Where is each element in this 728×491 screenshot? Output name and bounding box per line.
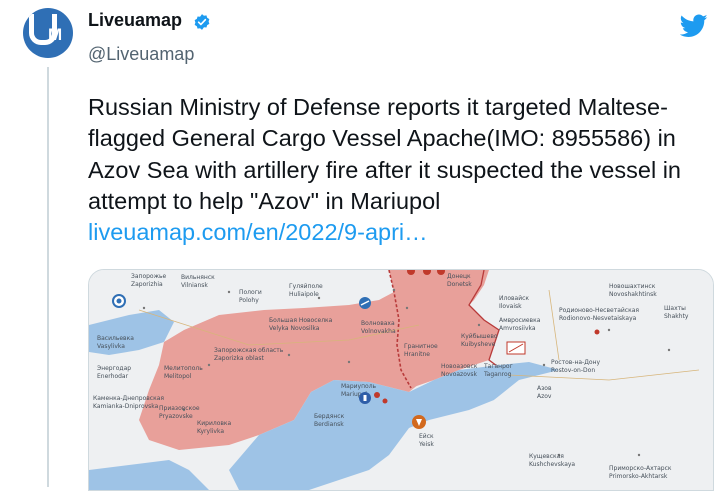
map-label: Vilniansk [181, 282, 208, 289]
tweet-link[interactable]: liveuamap.com/en/2022/9-apri… [88, 219, 428, 245]
map-label: Энергодар [97, 365, 131, 372]
map-label: Kyrylivka [197, 428, 224, 435]
author-handle[interactable]: @Liveuamap [88, 44, 194, 65]
attack-marker-icon[interactable] [506, 341, 526, 355]
map-label: Kuibysheve [461, 341, 496, 348]
tweet-text: Russian Ministry of Defense reports it t… [88, 94, 681, 214]
map-label: Новоазовск [441, 363, 478, 370]
map-label: Vasylivka [97, 343, 125, 350]
map-label: Новошахтинск [609, 283, 656, 290]
map-label: Yeisk [418, 441, 434, 448]
map-label: Novoshakhtinsk [609, 291, 657, 298]
map-label: Приазовское [159, 405, 200, 412]
location-pin-icon[interactable] [112, 294, 126, 308]
map-label: Васильевка [97, 335, 134, 342]
map-image: Запорожье Zaporizhia Вильнянск Vilniansk… [89, 270, 713, 490]
verified-badge-icon [194, 14, 210, 30]
map-label: Enerhodar [97, 373, 129, 380]
map-label: Каменка-Днепровская [93, 395, 164, 402]
map-label: Гуляйполе [289, 283, 323, 290]
map-label: Шахты [664, 305, 686, 312]
map-label: Кириловка [197, 420, 232, 427]
map-label: Novoazovsk [441, 371, 478, 378]
map-label: Huliaipole [289, 291, 319, 298]
map-label: Бердянск [314, 413, 345, 420]
map-label: Кущевская [529, 453, 564, 460]
map-label: Волноваха [361, 320, 395, 327]
map-label: Zaporizhia [131, 281, 163, 288]
frontline-markers-icon[interactable] [407, 270, 445, 275]
tweet-body: Russian Ministry of Defense reports it t… [88, 92, 708, 248]
map-label: Вильнянск [181, 274, 215, 281]
map-label: Velyka Novosilka [269, 325, 320, 332]
map-label: Pryazovske [159, 413, 193, 420]
strike-marker-icon[interactable] [594, 329, 600, 335]
map-label: Большая Новоселка [269, 317, 333, 324]
map-label: Приморско-Ахтарск [609, 465, 672, 472]
map-label: Амвросиевка [499, 317, 541, 324]
map-label: Запорожье [131, 273, 167, 280]
map-label: Shakhty [664, 313, 689, 320]
map-label: Rodionovo-Nesvetaiskaya [559, 315, 637, 322]
map-label: Таганрог [483, 363, 513, 370]
map-label: Ilovaisk [499, 303, 522, 310]
avatar-logo-m: M [48, 25, 63, 44]
map-label: Amvrosiivka [499, 325, 536, 332]
author-name[interactable]: Liveuamap [88, 10, 182, 31]
map-label: Kushchevskaya [529, 461, 575, 468]
map-label: Primorsko-Akhtarsk [609, 473, 668, 480]
map-label: Куйбышево [461, 333, 498, 340]
map-label: Азов [537, 385, 552, 392]
explosion-marker-icon[interactable] [412, 415, 426, 429]
map-label: Родионово-Несветайская [559, 307, 639, 314]
map-label: Гранитное [404, 343, 438, 350]
map-label: Kamianka-Dniprovska [93, 403, 159, 410]
map-label: Polohy [239, 297, 259, 304]
thread-line [47, 67, 49, 487]
twitter-bird-icon[interactable] [680, 14, 708, 38]
map-label: Taganrog [483, 371, 512, 378]
map-label: Azov [537, 393, 552, 400]
map-label: Донецк [447, 273, 471, 280]
map-label: Пологи [239, 289, 262, 296]
map-label: Ростов-на-Дону [551, 359, 601, 366]
map-label: Мариуполь [341, 383, 377, 390]
map-label: Hranitne [404, 351, 430, 358]
map-label: Zaporizka oblast [214, 355, 264, 362]
plane-marker-icon[interactable] [359, 297, 371, 309]
shield-marker-icon[interactable] [359, 392, 371, 404]
map-label: Ейск [419, 433, 434, 440]
map-label: Berdiansk [314, 421, 344, 428]
map-label: Иловайск [499, 295, 529, 302]
map-card[interactable]: Запорожье Zaporizhia Вильнянск Vilniansk… [88, 269, 714, 491]
map-label: Donetsk [447, 281, 472, 288]
map-label: Мелитополь [164, 365, 203, 372]
map-label: Запорожская область [214, 347, 284, 354]
map-label: Rostov-on-Don [551, 367, 595, 374]
map-label: Melitopol [164, 373, 192, 380]
avatar[interactable]: M [23, 8, 73, 58]
map-label: Volnovakha [361, 328, 396, 335]
